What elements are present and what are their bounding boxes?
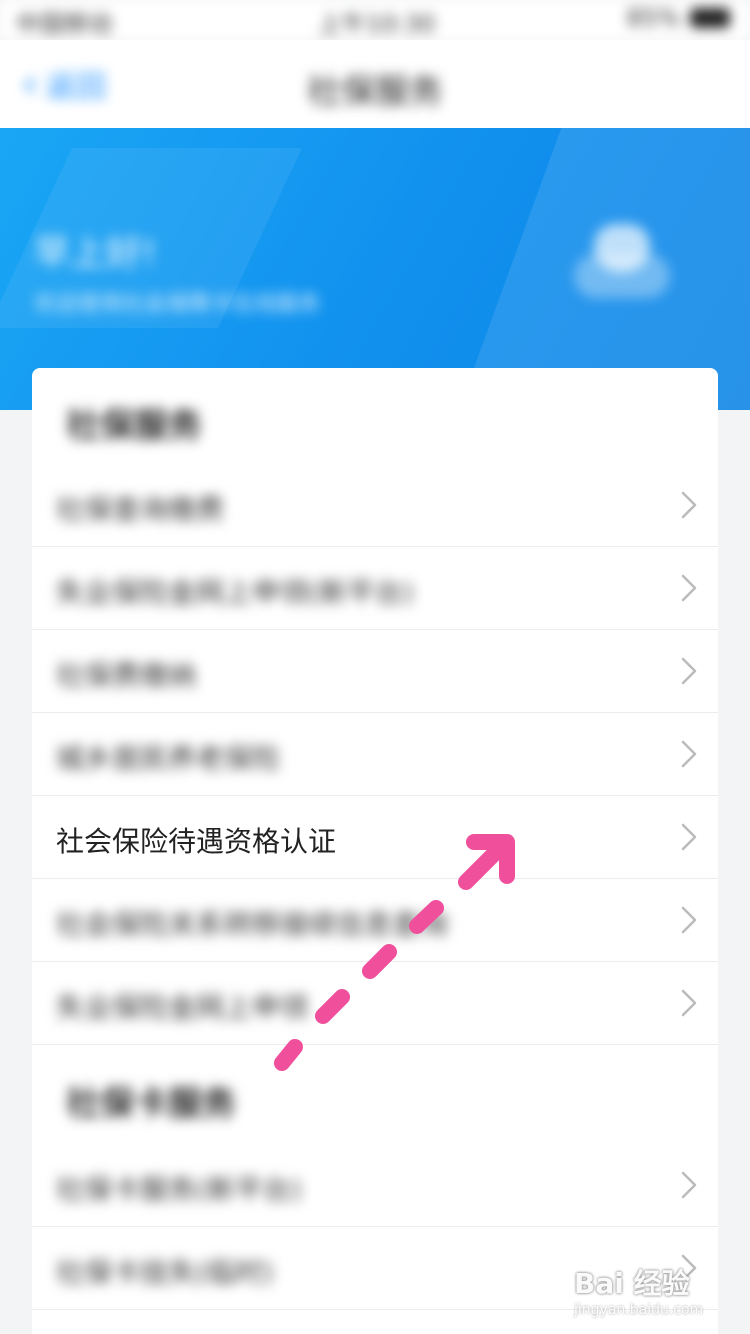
service-card: 社保服务 社保查询缴费 失业保险金网上申领(新平台) 社保费缴纳 城乡居民养老保… (32, 368, 718, 1334)
list-item[interactable]: 城乡居民养老保险 (32, 713, 718, 796)
watermark-url: jingyan.baidu.com (574, 1302, 704, 1318)
nav-bar: ‹ 返回 社保服务 (0, 40, 750, 128)
chevron-right-icon (680, 656, 698, 686)
chevron-right-icon (680, 573, 698, 603)
status-bar: 中国移动 上午10:30 85% (0, 0, 750, 40)
chevron-right-icon (680, 1170, 698, 1200)
list-item-label: 社会保险待遇资格认证 (56, 825, 337, 858)
chevron-right-icon (680, 490, 698, 520)
clock: 上午10:30 (318, 10, 436, 38)
list-item[interactable]: 社保查询缴费 (32, 464, 718, 547)
page-title: 社保服务 (307, 72, 443, 112)
watermark: Bai 经验 jingyan.baidu.com (574, 1262, 714, 1318)
list-item-label: 社会保险关系转移接续信息查询 (56, 908, 449, 941)
list-item-label: 社保卡服务(新平台) (56, 1173, 302, 1206)
list-item[interactable]: 失业保险金网上申领 (32, 962, 718, 1045)
list-item-label: 城乡居民养老保险 (56, 742, 281, 775)
list-item[interactable]: 社保卡服务(新平台) (32, 1144, 718, 1227)
chevron-right-icon (680, 739, 698, 769)
list-item[interactable]: 社会保险关系转移接续信息查询 (32, 879, 718, 962)
list-item-label: 社保卡挂失(临时) (56, 1256, 274, 1289)
list-item-label: 失业保险金网上申领 (56, 991, 309, 1024)
list-item-label: 失业保险金网上申领(新平台) (56, 576, 414, 609)
chevron-right-icon (680, 822, 698, 852)
carrier-label: 中国移动 (16, 10, 112, 38)
list-item[interactable]: 社保费缴纳 (32, 630, 718, 713)
shield-icon (574, 224, 670, 304)
chevron-right-icon (680, 988, 698, 1018)
hero-subtitle: 欢迎使用社会保障卡在线服务 (34, 292, 321, 317)
battery-icon (690, 8, 730, 28)
list-item-label: 社保费缴纳 (56, 659, 197, 692)
battery-percent: 85% (626, 4, 680, 32)
list-item-label: 社保查询缴费 (56, 493, 225, 526)
list-item-qualification-auth[interactable]: 社会保险待遇资格认证 (32, 796, 718, 879)
list-item[interactable]: 失业保险金网上申领(新平台) (32, 547, 718, 630)
section-header: 社保卡服务 (66, 1084, 236, 1124)
watermark-logo: Bai 经验 (574, 1267, 690, 1300)
hero-greeting: 早上好! (34, 233, 157, 274)
section-header: 社保服务 (66, 406, 202, 446)
chevron-right-icon (680, 905, 698, 935)
